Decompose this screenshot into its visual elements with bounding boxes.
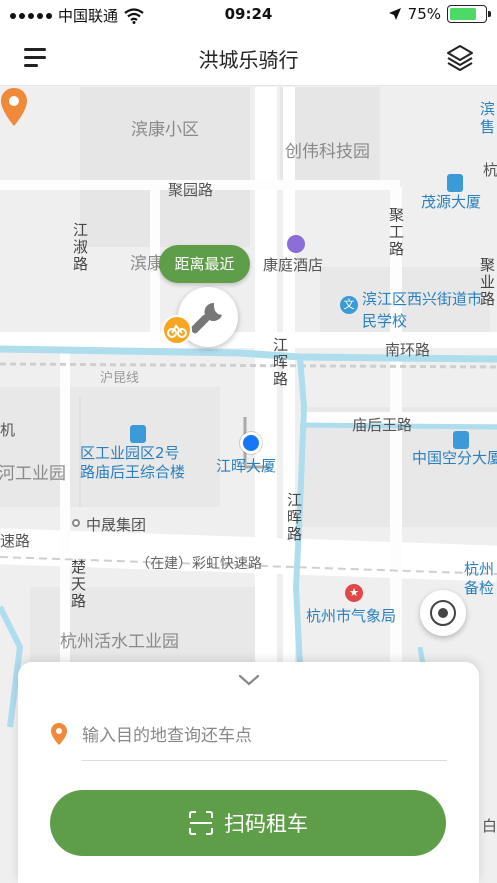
poi-dot-icon xyxy=(72,519,80,527)
location-arrow-icon xyxy=(388,8,401,20)
map-label-jianghui-rd-top: 江晖路 xyxy=(271,337,289,388)
bottom-panel: 扫码租车 xyxy=(18,662,479,883)
orange-pin-icon[interactable] xyxy=(0,87,28,127)
map-label-jianghui-bldg: 江晖大厦 xyxy=(216,457,277,475)
building-icon-2 xyxy=(130,425,146,443)
map-label-left-gongye: 河工业园 xyxy=(0,464,66,484)
page-title: 洪城乐骑行 xyxy=(198,48,299,72)
map-label-kangting: 康庭酒店 xyxy=(263,256,324,274)
map-label-binkang: 滨康小区 xyxy=(131,120,199,140)
nav-bar: 洪城乐骑行 xyxy=(0,30,497,86)
map-label-caihong: （在建）彩虹快速路 xyxy=(136,556,262,572)
map-label-china-kongkong: 中国空分大厦 xyxy=(412,449,497,467)
map-label-jiangshu-rd: 江淑路 xyxy=(71,222,89,273)
map-label-hangzhou-bei: 杭州备检 xyxy=(464,560,495,597)
battery-icon xyxy=(447,5,491,23)
bike-icon[interactable] xyxy=(162,315,192,345)
map-label-chutian-rd: 楚天路 xyxy=(69,559,87,610)
nearest-tag[interactable]: 距离最近 xyxy=(159,245,250,283)
building-icon xyxy=(447,174,463,192)
user-location-icon xyxy=(240,432,262,454)
scan-icon xyxy=(189,811,213,835)
map-label-jianghui-rd-bottom: 江晖路 xyxy=(285,492,303,543)
chevron-down-icon[interactable] xyxy=(238,672,260,688)
map-label-jugong-rd: 聚工路 xyxy=(387,207,405,258)
hotel-icon xyxy=(287,235,305,253)
map-label-hang-right: 杭 xyxy=(483,161,497,179)
weather-bureau-icon: ★ xyxy=(345,584,363,602)
map-label-nanhuan-rd: 南环路 xyxy=(385,341,431,359)
destination-pin-icon xyxy=(51,723,67,745)
layers-icon[interactable] xyxy=(445,43,475,73)
battery-fill xyxy=(450,8,476,20)
map-label-industrial-park-line1: 区工业园区2号 xyxy=(80,444,180,462)
destination-input[interactable] xyxy=(82,718,448,754)
scan-button-label: 扫码租车 xyxy=(224,812,308,836)
input-underline xyxy=(82,760,447,761)
map-label-binjiang-school: 滨江区西兴街道市民学校 xyxy=(362,290,483,330)
map-label-chuangwei: 创伟科技园 xyxy=(285,142,370,162)
map-label-su-rd: 速路 xyxy=(0,532,31,550)
map-label-juyuan-rd: 聚园路 xyxy=(168,181,214,199)
battery-percent: 75% xyxy=(407,5,441,23)
map-label-huoshui-park: 杭州活水工业园 xyxy=(60,632,179,652)
map-label-zhongsheng: 中晟集团 xyxy=(86,516,147,534)
map-label-bin-top-right: 滨售 xyxy=(480,100,496,136)
map-label-hangzhou-weather: 杭州市气象局 xyxy=(306,607,397,625)
destination-row[interactable] xyxy=(48,718,448,754)
map-label-huhang-line: 沪昆线 xyxy=(100,371,140,386)
map-label-left-ji: 机 xyxy=(0,421,16,439)
map-label-industrial-park: 区工业园区2号 路庙后王综合楼 xyxy=(80,444,185,482)
status-bar: 中国联通 09:24 75% xyxy=(0,0,497,30)
map-label-industrial-park-line2: 路庙后王综合楼 xyxy=(80,463,186,481)
map-label-bai-right: 白 xyxy=(482,817,497,835)
school-icon: 文 xyxy=(340,296,358,314)
map-label-maoyuan: 茂源大厦 xyxy=(421,193,482,211)
scan-rent-button[interactable]: 扫码租车 xyxy=(50,790,446,856)
locate-icon[interactable] xyxy=(420,590,466,636)
status-bar-right: 75% xyxy=(388,5,491,23)
map-label-miaohouwang-rd: 庙后王路 xyxy=(352,416,413,434)
